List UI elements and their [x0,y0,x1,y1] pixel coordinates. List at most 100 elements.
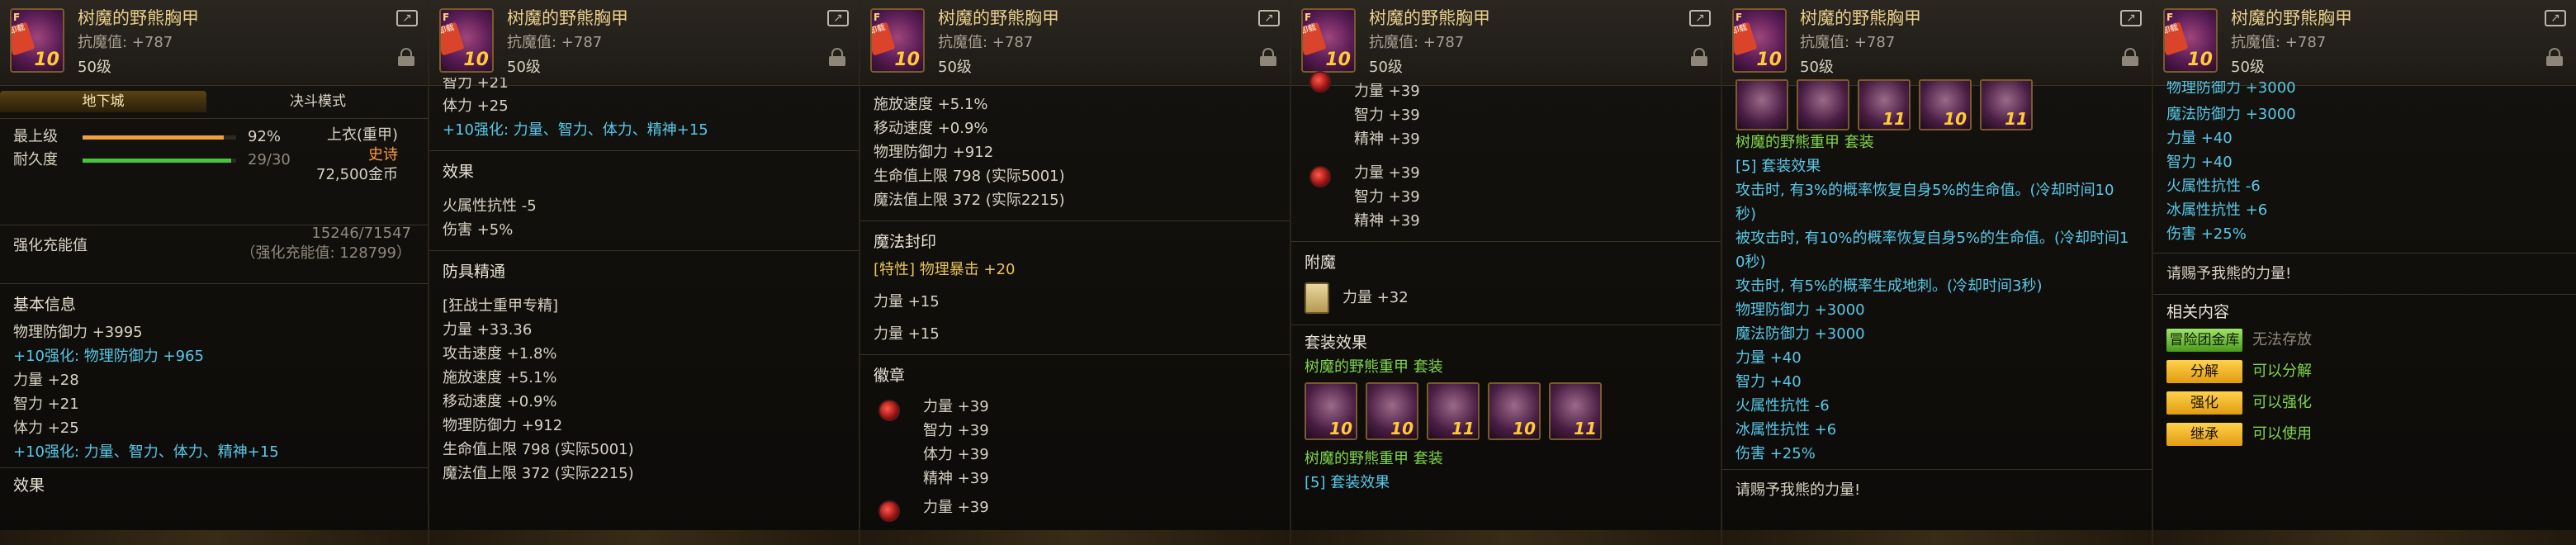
item-icon[interactable]: F 卸载 10 [1732,8,1787,73]
set-piece-icon[interactable] [1735,79,1788,130]
share-icon[interactable]: ↗ [827,10,849,26]
stat-line: 生命值上限 798 (实际5001) [874,168,1065,185]
tab-dungeon[interactable]: 地下城 [0,91,206,112]
set-icons: 11 10 11 [1735,79,2138,130]
resistance-value: 抗魔值: +787 [507,34,603,51]
flavor-text: 请赐予我熊的力量! [1735,481,1861,499]
item-icon[interactable]: F 卸载 10 [870,8,925,73]
set-effect-line: 0秒) [1735,254,1766,271]
enhance-button[interactable]: 强化 [2166,391,2242,415]
mastery-line: 力量 +33.36 [443,321,533,339]
panel-content: 地下城 决斗模式 最上级 92% 耐久度 29/30 上衣(重甲) 史诗 72,… [0,86,428,545]
lock-icon[interactable] [398,48,414,66]
set-piece-icon[interactable]: 10 [1919,79,1972,130]
durability-label: 耐久度 [13,151,58,168]
tooltip-panel-4: F 卸载 10 树魔的野熊胸甲 抗魔值: +787 50级 ↗ 力量 +39 智… [1291,0,1722,545]
panel-content: 智力 +21 体力 +25 +10强化: 力量、智力、体力、精神+15 效果 火… [429,78,859,545]
emblem-block: 力量 +39 [874,495,1276,522]
set-piece-icon[interactable]: 11 [1549,382,1602,440]
related-status: 无法存放 [2252,331,2312,348]
share-icon[interactable]: ↗ [396,10,418,26]
set-piece-icon[interactable]: 10 [1488,382,1541,440]
set-piece-icon[interactable]: 11 [1980,79,2033,130]
tooltip-panel-3: F 卸载 10 树魔的野熊胸甲 抗魔值: +787 50级 ↗ 施放速度 +5.… [860,0,1291,545]
lock-icon[interactable] [2122,48,2138,66]
item-name: 树魔的野熊胸甲 [1369,8,1490,28]
basic-line: 力量 +28 [13,372,79,389]
set-effect-line: 火属性抗性 -6 [2166,178,2261,195]
set-piece-icon[interactable]: 10 [1305,382,1357,440]
item-level: 50级 [1800,59,1834,76]
enchant-row: 力量 +32 [1305,280,1707,316]
item-icon[interactable]: F 卸载 10 [1301,8,1356,73]
seal-line: 力量 +15 [874,293,940,310]
set-piece-icon[interactable]: 11 [1858,79,1911,130]
mastery-line: 施放速度 +5.1% [443,369,557,386]
related-row: 冒险团金库 无法存放 [2166,328,2563,356]
lock-icon[interactable] [1691,48,1707,66]
resistance-value: 抗魔值: +787 [78,34,173,51]
emblem-block: 力量 +39 智力 +39 精神 +39 [1305,161,1707,233]
charge-block: 强化充能值 15246/71547 （强化充能值: 128799） [13,225,414,285]
basic-line: +10强化: 力量、智力、体力、精神+15 [13,443,279,461]
durability-value: 29/30 [248,151,291,168]
set-piece-icon[interactable]: 11 [1427,382,1480,440]
emblem-title: 徽章 [874,367,906,385]
share-icon[interactable]: ↗ [2120,10,2142,26]
set-effect-line: 伤害 +25% [1735,445,1816,462]
set-effect-line: 秒) [1735,206,1757,223]
disassemble-button[interactable]: 分解 [2166,360,2242,383]
set-effect-line: 被攻击时, 有10%的概率恢复自身5%的生命值。(冷却时间1 [1735,230,2129,247]
item-header: F 卸载 10 树魔的野熊胸甲 抗魔值: +787 50级 ↗ [429,0,859,86]
share-icon[interactable]: ↗ [2545,10,2566,26]
seal-special: [特性] 物理暴击 +20 [874,261,1016,278]
item-header: F 卸载 10 树魔的野熊胸甲 抗魔值: +787 50级 ↗ [2153,0,2576,86]
tooltip-panel-6: F 卸载 10 树魔的野熊胸甲 抗魔值: +787 50级 ↗ 物理防御力 +3… [2153,0,2576,545]
set-piece-icon[interactable] [1797,79,1849,130]
rarity-label: 史诗 [368,146,398,164]
item-icon[interactable]: F 卸载 10 [439,8,494,73]
mode-tabs: 地下城 决斗模式 [0,86,428,119]
tab-pvp[interactable]: 决斗模式 [215,91,421,112]
emblem-line: 力量 +39 [923,499,989,516]
charge-value: 15246/71547 [311,225,411,242]
share-icon[interactable]: ↗ [1689,10,1711,26]
lock-icon[interactable] [2546,48,2563,66]
emblem-red-icon [878,500,900,522]
emblem-line: 力量 +39 [923,398,989,415]
effect-line: 伤害 +5% [443,221,514,239]
basic-line: 物理防御力 +3995 [13,324,143,341]
resistance-value: 抗魔值: +787 [2231,34,2327,51]
item-name: 树魔的野熊胸甲 [507,8,628,28]
mastery-line: 魔法值上限 372 (实际2215) [443,465,634,482]
item-header: F 卸载 10 树魔的野熊胸甲 抗魔值: +787 50级 ↗ [1722,0,2152,86]
item-icon[interactable]: F 卸载 10 [10,8,64,73]
status-block: 最上级 92% 耐久度 29/30 上衣(重甲) 史诗 72,500金币 [13,126,414,225]
set-effect-line: 火属性抗性 -6 [1735,397,1830,415]
emblem-line: 力量 +39 [1354,83,1420,100]
guild-vault-button[interactable]: 冒险团金库 [2166,329,2242,352]
emblem-line: 智力 +39 [1354,188,1420,206]
panel-content: 11 10 11 树魔的野熊重甲 套装 [5] 套装效果 攻击时, 有3%的概率恢复… [1722,79,2152,545]
item-header: F 卸载 10 树魔的野熊胸甲 抗魔值: +787 50级 ↗ [860,0,1290,86]
set-piece-icon[interactable]: 10 [1366,382,1418,440]
set-effect-title: 套装效果 [1305,334,1368,352]
effect-line: 火属性抗性 -5 [443,197,537,215]
emblem-line: 精神 +39 [923,470,989,487]
set-name: 树魔的野熊重甲 套装 [1735,134,1874,151]
lock-icon[interactable] [1260,48,1276,66]
mastery-line: 攻击速度 +1.8% [443,345,557,363]
set-effect-line: 智力 +40 [2166,154,2233,171]
mastery-line: 物理防御力 +912 [443,417,563,434]
set-effect-line: 冰属性抗性 +6 [1735,421,1837,438]
lock-icon[interactable] [829,48,845,66]
inherit-button[interactable]: 继承 [2166,423,2242,446]
set-name: 树魔的野熊重甲 套装 [1305,358,1443,376]
set-name: 树魔的野熊重甲 套装 [1305,450,1443,467]
item-icon[interactable]: F 卸载 10 [2163,8,2218,73]
set-effect-line: 力量 +40 [2166,130,2233,147]
mastery-title: 防具精通 [443,263,506,281]
set-effect-line: 魔法防御力 +3000 [1735,325,1865,343]
item-header: F 卸载 10 树魔的野熊胸甲 抗魔值: +787 50级 ↗ [0,0,428,86]
share-icon[interactable]: ↗ [1258,10,1280,26]
